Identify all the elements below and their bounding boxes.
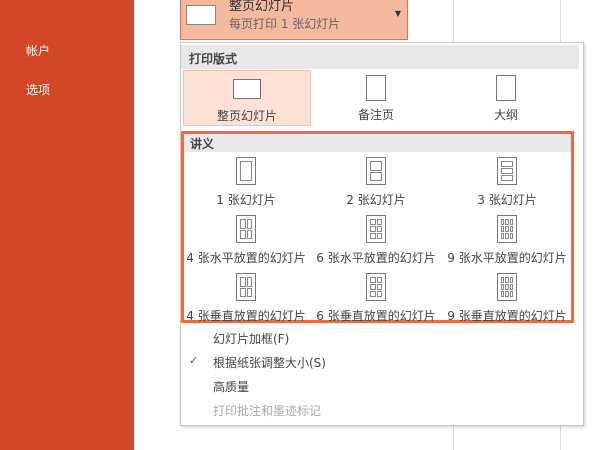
handout-label: 6 张垂直放置的幻灯片 [316, 309, 436, 323]
handout-label: 6 张水平放置的幻灯片 [316, 251, 436, 265]
handout-layout-icon [497, 215, 517, 243]
option-frame-slides[interactable]: 幻灯片加框(F) [213, 330, 289, 347]
option-scale-to-fit[interactable]: 根据纸张调整大小(S) [213, 354, 326, 371]
handout-layout-icon [497, 273, 517, 301]
handout-label: 4 张水平放置的幻灯片 [186, 251, 306, 265]
handout-option[interactable]: 3 张幻灯片 [441, 153, 573, 209]
handout-layout-icon [236, 157, 256, 185]
layout-header: 打印版式 [181, 45, 579, 69]
option-print-comments: 打印批注和墨迹标记 [213, 404, 322, 418]
notes-page-icon [366, 75, 386, 101]
chevron-down-icon: ▼ [394, 9, 401, 18]
dropdown-subtitle: 每页打印 1 张幻灯片 [229, 17, 341, 31]
handout-layout-icon [236, 215, 256, 243]
layout-label: 整页幻灯片 [216, 109, 277, 123]
handout-option[interactable]: 4 张垂直放置的幻灯片 [181, 269, 311, 325]
layout-notes-page[interactable]: 备注页 [311, 70, 441, 126]
handout-layout-icon [236, 273, 256, 301]
handout-layout-icon [366, 273, 386, 301]
handout-label: 9 张水平放置的幻灯片 [447, 251, 567, 265]
sidebar: 帐户 选项 [0, 0, 134, 450]
full-slide-icon [233, 79, 261, 99]
layout-label: 大纲 [493, 108, 518, 122]
handout-label: 4 张垂直放置的幻灯片 [186, 309, 306, 323]
handout-option[interactable]: 9 张水平放置的幻灯片 [441, 211, 573, 267]
handout-option[interactable]: 6 张垂直放置的幻灯片 [311, 269, 441, 325]
handout-option[interactable]: 1 张幻灯片 [181, 153, 311, 209]
handout-layout-icon [497, 157, 517, 185]
full-slide-icon [186, 5, 216, 25]
handout-option[interactable]: 9 张垂直放置的幻灯片 [441, 269, 573, 325]
checkmark-icon: ✓ [189, 354, 199, 367]
print-layout-menu: 打印版式 整页幻灯片 备注页 大纲 讲义 1 张幻灯片 2 张幻灯片 3 张幻灯片 4… [180, 42, 584, 426]
handout-option[interactable]: 6 张水平放置的幻灯片 [311, 211, 441, 267]
dropdown-title: 整页幻灯片 [229, 0, 295, 14]
layout-full-slide[interactable]: 整页幻灯片 [183, 70, 311, 126]
handout-label: 3 张幻灯片 [477, 193, 537, 207]
layout-label: 备注页 [357, 108, 394, 122]
handout-option[interactable]: 4 张水平放置的幻灯片 [181, 211, 311, 267]
option-high-quality[interactable]: 高质量 [213, 378, 249, 395]
handout-option[interactable]: 2 张幻灯片 [311, 153, 441, 209]
handout-label: 9 张垂直放置的幻灯片 [447, 309, 567, 323]
handout-layout-icon [366, 157, 386, 185]
handout-layout-icon [366, 215, 386, 243]
handout-label: 1 张幻灯片 [216, 193, 276, 207]
handout-label: 2 张幻灯片 [346, 193, 406, 207]
layout-outline[interactable]: 大纲 [441, 70, 571, 126]
outline-icon [496, 75, 516, 101]
print-layout-dropdown[interactable]: 整页幻灯片 每页打印 1 张幻灯片 ▼ [180, 0, 408, 40]
sidebar-item-account[interactable]: 帐户 [26, 42, 50, 59]
sidebar-item-options[interactable]: 选项 [26, 81, 50, 98]
handouts-header: 讲义 [184, 134, 571, 152]
